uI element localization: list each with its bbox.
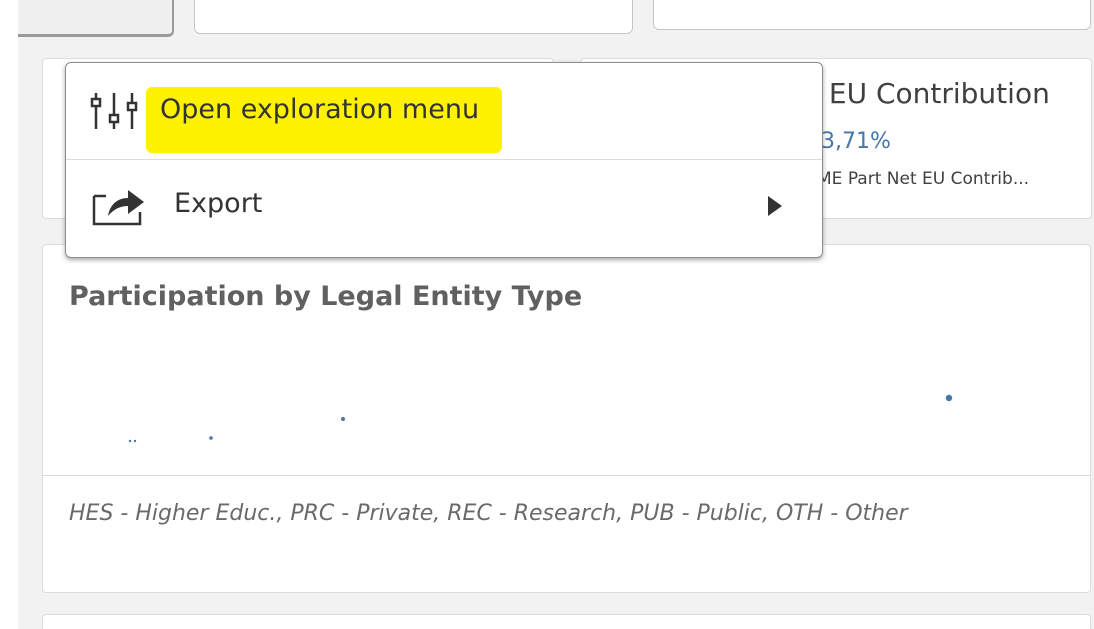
chart-title: Participation by Legal Entity Type <box>69 281 583 312</box>
sliders-icon <box>90 87 138 135</box>
chart-divider <box>43 475 1090 476</box>
submenu-arrow-icon <box>768 196 782 216</box>
menu-item-export[interactable]: Export <box>66 160 822 256</box>
chart-footnote: HES - Higher Educ., PRC - Private, REC -… <box>69 501 908 526</box>
chart-plot-area[interactable] <box>43 335 1090 475</box>
menu-item-label: Open exploration menu <box>160 94 480 125</box>
context-menu: Open exploration menu Export <box>65 62 823 258</box>
kpi-title: t EU Contribution <box>809 77 1050 110</box>
bottom-card[interactable] <box>42 614 1091 629</box>
chart-card-legal-entity[interactable]: Participation by Legal Entity Type HES -… <box>42 244 1091 593</box>
top-filter-field[interactable] <box>194 0 633 34</box>
export-share-icon <box>90 182 144 230</box>
kpi-subtitle: ME Part Net EU Contrib... <box>817 169 1030 189</box>
chart-svg <box>128 394 953 443</box>
top-filter-field-secondary[interactable] <box>653 0 1091 30</box>
chart-point <box>209 436 213 440</box>
kpi-value: 3,71% <box>821 129 891 154</box>
menu-item-label: Export <box>174 188 263 219</box>
top-tab-button[interactable] <box>18 0 174 37</box>
chart-point <box>128 439 132 443</box>
menu-item-open-exploration[interactable]: Open exploration menu <box>66 63 822 159</box>
chart-point <box>341 417 345 421</box>
chart-point <box>945 394 953 402</box>
dashboard-screen: t EU Contribution 3,71% ME Part Net EU C… <box>0 0 1094 629</box>
chart-point <box>133 439 137 443</box>
